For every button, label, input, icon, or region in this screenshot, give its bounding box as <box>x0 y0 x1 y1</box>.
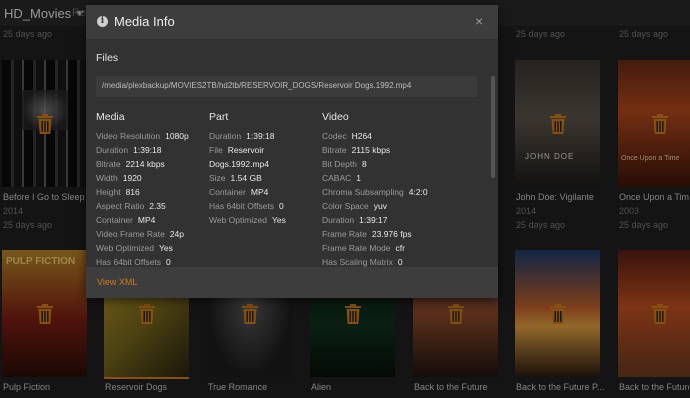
modal-body[interactable]: Files /media/plexbackup/MOVIES2TB/hd2tb/… <box>86 39 498 267</box>
file-path: /media/plexbackup/MOVIES2TB/hd2tb/RESERV… <box>96 76 477 97</box>
part-row: Duration 1:39:18 <box>209 131 275 141</box>
video-row: Frame Rate Mode cfr <box>322 243 405 253</box>
modal-footer: View XML <box>86 267 498 298</box>
modal-title: Media Info <box>114 14 175 29</box>
video-row: Chroma Subsampling 4:2:0 <box>322 187 428 197</box>
files-heading: Files <box>96 52 119 64</box>
app-window: HD_Movies Re 25 days ago 25 days ago 25 … <box>0 0 690 398</box>
video-row: Bit Depth 8 <box>322 159 367 169</box>
video-row: Has Scaling Matrix 0 <box>322 257 403 267</box>
video-row: Bitrate 2115 kbps <box>322 145 391 155</box>
video-row: Duration 1:39:17 <box>322 215 388 225</box>
video-row: Frame Rate 23.976 fps <box>322 229 412 239</box>
part-row: File Reservoir <box>209 145 265 155</box>
media-row: Bitrate 2214 kbps <box>96 159 165 169</box>
video-row: Codec H264 <box>322 131 372 141</box>
media-info-modal: i Media Info × Files /media/plexbackup/M… <box>86 5 498 298</box>
media-row: Width 1920 <box>96 173 142 183</box>
video-row: Color Space yuv <box>322 201 388 211</box>
modal-scrollbar[interactable] <box>491 76 495 178</box>
part-row: Size 1.54 GB <box>209 173 262 183</box>
video-heading: Video <box>322 111 349 123</box>
part-row: Container MP4 <box>209 187 269 197</box>
media-row: Height 816 <box>96 187 140 197</box>
part-heading: Part <box>209 111 229 123</box>
part-row: Dogs.1992.mp4 <box>209 159 270 169</box>
part-row: Has 64bit Offsets 0 <box>209 201 284 211</box>
view-xml-link[interactable]: View XML <box>97 277 137 287</box>
media-row: Aspect Ratio 2.35 <box>96 201 166 211</box>
media-row: Web Optimized Yes <box>96 243 173 253</box>
part-row: Web Optimized Yes <box>209 215 286 225</box>
modal-header: i Media Info × <box>86 5 498 39</box>
media-row: Has 64bit Offsets 0 <box>96 257 171 267</box>
media-row: Duration 1:39:18 <box>96 145 162 155</box>
media-row: Video Resolution 1080p <box>96 131 189 141</box>
info-icon: i <box>97 16 108 27</box>
video-row: CABAC 1 <box>322 173 362 183</box>
media-row: Container MP4 <box>96 215 156 225</box>
close-button[interactable]: × <box>475 13 483 29</box>
media-row: Video Frame Rate 24p <box>96 229 185 239</box>
media-heading: Media <box>96 111 125 123</box>
